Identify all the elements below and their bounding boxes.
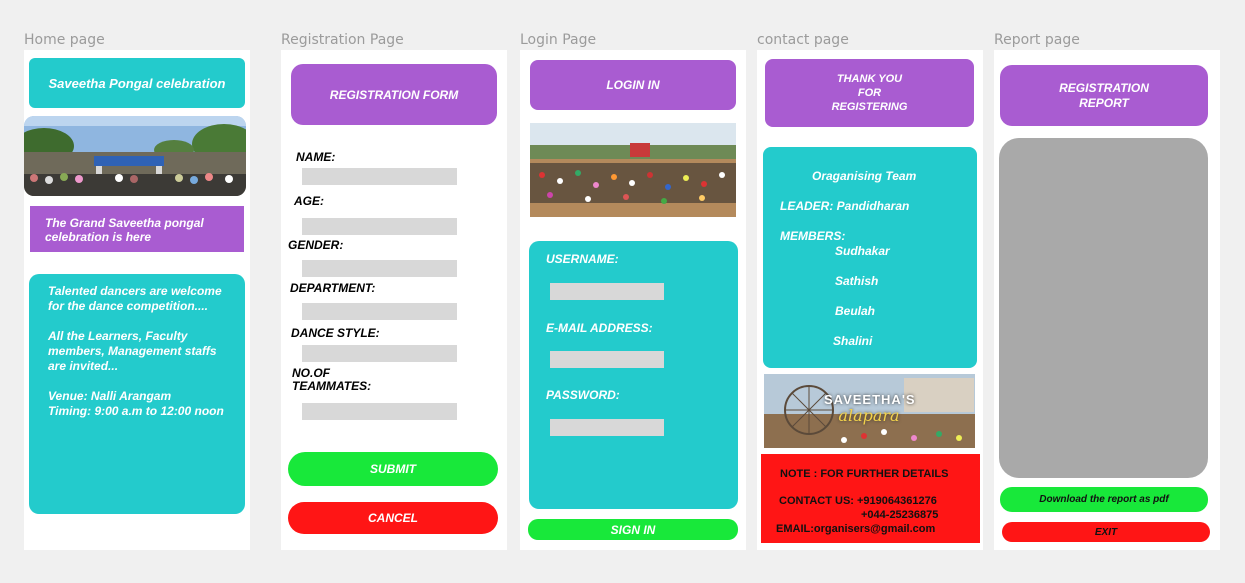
- home-info-card: Talented dancers are welcome for the dan…: [29, 274, 245, 514]
- team-heading: Oraganising Team: [812, 169, 917, 183]
- login-title: LOGIN IN: [530, 60, 736, 110]
- username-input[interactable]: [550, 283, 664, 300]
- home-frame: Saveetha Pongal celebration The Grand Sa…: [24, 50, 250, 550]
- thank-you-banner: THANK YOU FOR REGISTERING: [765, 59, 974, 127]
- registration-frame: REGISTRATION FORM NAME: AGE: GENDER: DEP…: [281, 50, 507, 550]
- registration-title: REGISTRATION FORM: [291, 64, 497, 125]
- submit-button[interactable]: SUBMIT: [288, 452, 498, 486]
- age-input[interactable]: [302, 218, 457, 235]
- field-label-dance-style: DANCE STYLE:: [291, 326, 380, 340]
- gate-photo: [24, 116, 246, 196]
- report-preview-area: [999, 138, 1208, 478]
- contact-phone-2: +044-25236875: [861, 509, 939, 521]
- field-label-name: NAME:: [296, 150, 336, 164]
- email-label: E-MAIL ADDRESS:: [546, 321, 653, 335]
- dance-style-input[interactable]: [302, 345, 457, 362]
- label-login-page: Login Page: [520, 32, 597, 48]
- label-contact-page: contact page: [757, 32, 849, 48]
- field-label-department: DEPARTMENT:: [290, 281, 376, 295]
- contact-frame: THANK YOU FOR REGISTERING Oraganising Te…: [757, 50, 983, 550]
- report-frame: REGISTRATION REPORT Download the report …: [994, 50, 1220, 550]
- member-item: Shalini: [833, 334, 873, 348]
- crowd-photo: [530, 123, 736, 217]
- contact-email: EMAIL:organisers@gmail.com: [776, 523, 936, 535]
- username-label: USERNAME:: [546, 252, 619, 266]
- member-item: Sudhakar: [835, 244, 890, 258]
- note-text: NOTE : FOR FURTHER DETAILS: [780, 468, 949, 480]
- password-label: PASSWORD:: [546, 388, 620, 402]
- brand-bottom: alapara: [838, 406, 900, 425]
- alapara-photo: SAVEETHA'S alapara: [764, 374, 975, 448]
- gender-input[interactable]: [302, 260, 457, 277]
- teammates-input[interactable]: [302, 403, 457, 420]
- team-leader: LEADER: Pandidharan: [780, 199, 910, 213]
- sign-in-button[interactable]: SIGN IN: [528, 519, 738, 540]
- home-banner: The Grand Saveetha pongal celebration is…: [30, 206, 244, 252]
- download-pdf-button[interactable]: Download the report as pdf: [1000, 487, 1208, 512]
- exit-button[interactable]: EXIT: [1002, 522, 1210, 542]
- organising-team-card: Oraganising Team LEADER: Pandidharan MEM…: [763, 147, 977, 368]
- report-title: REGISTRATION REPORT: [1000, 65, 1208, 126]
- brand-top: SAVEETHA'S: [824, 392, 916, 407]
- password-input[interactable]: [550, 419, 664, 436]
- members-label: MEMBERS:: [780, 229, 846, 243]
- home-title: Saveetha Pongal celebration: [29, 58, 245, 108]
- login-frame: LOGIN IN USERNAME: E-MAIL ADDRESS: PASSW…: [520, 50, 746, 550]
- member-item: Beulah: [835, 304, 876, 318]
- email-input[interactable]: [550, 351, 664, 368]
- field-label-gender: GENDER:: [288, 238, 344, 252]
- contact-phone-1: CONTACT US: +919064361276: [779, 495, 937, 507]
- department-input[interactable]: [302, 303, 457, 320]
- login-card: USERNAME: E-MAIL ADDRESS: PASSWORD:: [529, 241, 738, 509]
- contact-info-box: NOTE : FOR FURTHER DETAILS CONTACT US: +…: [761, 454, 980, 543]
- label-registration-page: Registration Page: [281, 32, 404, 48]
- field-label-age: AGE:: [294, 194, 324, 208]
- label-report-page: Report page: [994, 32, 1080, 48]
- field-label-teammates: NO.OF TEAMMATES:: [292, 366, 372, 393]
- cancel-button[interactable]: CANCEL: [288, 502, 498, 534]
- name-input[interactable]: [302, 168, 457, 185]
- label-home-page: Home page: [24, 32, 105, 48]
- member-item: Sathish: [835, 274, 879, 288]
